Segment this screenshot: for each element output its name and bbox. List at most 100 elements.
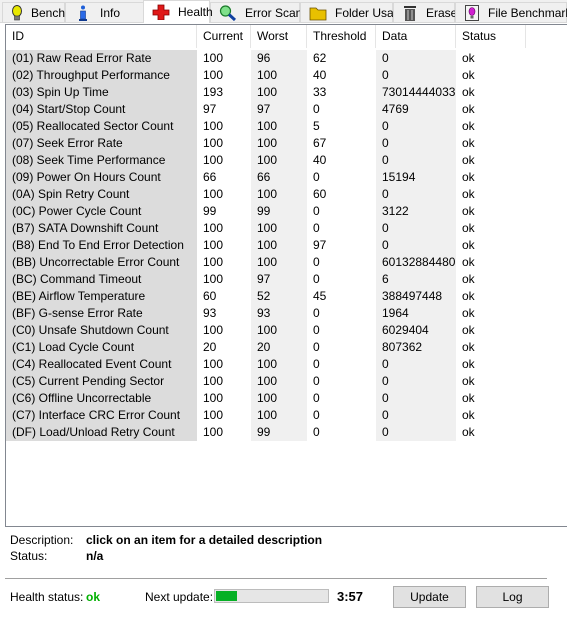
tab-benchmark[interactable]: Benchmark: [2, 2, 92, 22]
current-cell: 100: [197, 373, 251, 390]
data-cell: 0: [376, 237, 456, 254]
column-header-data[interactable]: Data: [376, 25, 456, 48]
column-header-worst[interactable]: Worst: [251, 25, 307, 48]
tab-strip: Benchmark Info Health Error Scan Folder Usag…: [0, 0, 567, 23]
worst-cell: 100: [251, 407, 307, 424]
data-cell: 60132884480: [376, 254, 456, 271]
worst-cell: 100: [251, 67, 307, 84]
threshold-cell: 0: [307, 203, 376, 220]
table-row[interactable]: (B8) End To End Error Detection 100 100 97 0…: [6, 237, 567, 254]
status-value: n/a: [86, 549, 104, 563]
data-cell: 0: [376, 50, 456, 67]
table-row[interactable]: (B7) SATA Downshift Count 100 100 0 0 ok: [6, 220, 567, 237]
table-row[interactable]: (02) Throughput Performance 100 100 40 0 ok: [6, 67, 567, 84]
threshold-cell: 40: [307, 152, 376, 169]
table-row[interactable]: (09) Power On Hours Count 66 66 0 15194 ok: [6, 169, 567, 186]
column-header-status[interactable]: Status: [456, 25, 526, 48]
attribute-id-cell: (0C) Power Cycle Count: [6, 203, 197, 220]
status-cell: ok: [456, 288, 526, 305]
file-benchmark-icon: [464, 4, 480, 21]
status-cell: ok: [456, 50, 526, 67]
column-header-id[interactable]: ID: [6, 25, 197, 48]
status-cell: ok: [456, 67, 526, 84]
table-row[interactable]: (04) Start/Stop Count 97 97 0 4769 ok: [6, 101, 567, 118]
table-header: ID Current Worst Threshold Data Status: [6, 25, 567, 48]
current-cell: 100: [197, 118, 251, 135]
table-row[interactable]: (DF) Load/Unload Retry Count 100 99 0 0 ok: [6, 424, 567, 441]
magnifier-icon: [219, 4, 237, 21]
log-button[interactable]: Log: [476, 586, 549, 608]
table-row[interactable]: (C7) Interface CRC Error Count 100 100 0 0 ok: [6, 407, 567, 424]
table-row[interactable]: (07) Seek Error Rate 100 100 67 0 ok: [6, 135, 567, 152]
table-row[interactable]: (01) Raw Read Error Rate 100 96 62 0 ok: [6, 50, 567, 67]
data-cell: 73014444033: [376, 84, 456, 101]
tab-info[interactable]: Info: [65, 2, 144, 22]
table-row[interactable]: (C5) Current Pending Sector 100 100 0 0 ok: [6, 373, 567, 390]
countdown-timer: 3:57: [337, 589, 364, 604]
worst-cell: 100: [251, 135, 307, 152]
threshold-cell: 67: [307, 135, 376, 152]
data-cell: 15194: [376, 169, 456, 186]
table-row[interactable]: (BF) G-sense Error Rate 93 93 0 1964 ok: [6, 305, 567, 322]
status-cell: ok: [456, 203, 526, 220]
worst-cell: 100: [251, 152, 307, 169]
status-cell: ok: [456, 373, 526, 390]
table-row[interactable]: (BB) Uncorrectable Error Count 100 100 0 601…: [6, 254, 567, 271]
table-row[interactable]: (08) Seek Time Performance 100 100 40 0 ok: [6, 152, 567, 169]
threshold-cell: 0: [307, 390, 376, 407]
attribute-id-cell: (C4) Reallocated Event Count: [6, 356, 197, 373]
tab-file-benchmark[interactable]: File Benchmark: [455, 2, 567, 22]
status-cell: ok: [456, 339, 526, 356]
current-cell: 66: [197, 169, 251, 186]
column-header-threshold[interactable]: Threshold: [307, 25, 376, 48]
data-cell: 1964: [376, 305, 456, 322]
tab-health[interactable]: Health: [143, 0, 213, 23]
tab-error-scan[interactable]: Error Scan: [210, 2, 303, 22]
health-cross-icon: [152, 4, 170, 20]
attribute-id-cell: (05) Reallocated Sector Count: [6, 118, 197, 135]
status-cell: ok: [456, 424, 526, 441]
table-row[interactable]: (C6) Offline Uncorrectable 100 100 0 0 ok: [6, 390, 567, 407]
tab-label: Error Scan: [245, 5, 303, 20]
current-cell: 100: [197, 152, 251, 169]
table-row[interactable]: (C4) Reallocated Event Count 100 100 0 0 ok: [6, 356, 567, 373]
table-row[interactable]: (C1) Load Cycle Count 20 20 0 807362 ok: [6, 339, 567, 356]
attribute-id-cell: (02) Throughput Performance: [6, 67, 197, 84]
data-cell: 0: [376, 373, 456, 390]
table-row[interactable]: (BC) Command Timeout 100 97 0 6 ok: [6, 271, 567, 288]
status-cell: ok: [456, 305, 526, 322]
threshold-cell: 0: [307, 339, 376, 356]
data-cell: 0: [376, 186, 456, 203]
worst-cell: 97: [251, 101, 307, 118]
attribute-id-cell: (B7) SATA Downshift Count: [6, 220, 197, 237]
tab-label: Info: [100, 5, 121, 20]
worst-cell: 100: [251, 84, 307, 101]
smart-attributes-table[interactable]: ID Current Worst Threshold Data Status (…: [5, 24, 567, 527]
current-cell: 100: [197, 186, 251, 203]
attribute-id-cell: (BB) Uncorrectable Error Count: [6, 254, 197, 271]
threshold-cell: 0: [307, 424, 376, 441]
attribute-id-cell: (04) Start/Stop Count: [6, 101, 197, 118]
worst-cell: 100: [251, 118, 307, 135]
tab-folder-usage[interactable]: Folder Usage: [300, 2, 407, 22]
attribute-id-cell: (C6) Offline Uncorrectable: [6, 390, 197, 407]
table-row[interactable]: (C0) Unsafe Shutdown Count 100 100 0 6029404…: [6, 322, 567, 339]
threshold-cell: 40: [307, 67, 376, 84]
update-button[interactable]: Update: [393, 586, 466, 608]
status-cell: ok: [456, 101, 526, 118]
table-row[interactable]: (03) Spin Up Time 193 100 33 73014444033 ok: [6, 84, 567, 101]
column-header-current[interactable]: Current: [197, 25, 251, 48]
worst-cell: 100: [251, 237, 307, 254]
table-row[interactable]: (05) Reallocated Sector Count 100 100 5 0 ok: [6, 118, 567, 135]
table-row[interactable]: (BE) Airflow Temperature 60 52 45 388497448 o…: [6, 288, 567, 305]
threshold-cell: 45: [307, 288, 376, 305]
status-cell: ok: [456, 254, 526, 271]
current-cell: 60: [197, 288, 251, 305]
table-row[interactable]: (0C) Power Cycle Count 99 99 0 3122 ok: [6, 203, 567, 220]
tab-erase[interactable]: Erase: [393, 2, 457, 22]
table-row[interactable]: (0A) Spin Retry Count 100 100 60 0 ok: [6, 186, 567, 203]
worst-cell: 99: [251, 424, 307, 441]
threshold-cell: 62: [307, 50, 376, 67]
folder-icon: [309, 5, 327, 21]
health-status-label: Health status:: [10, 590, 84, 604]
